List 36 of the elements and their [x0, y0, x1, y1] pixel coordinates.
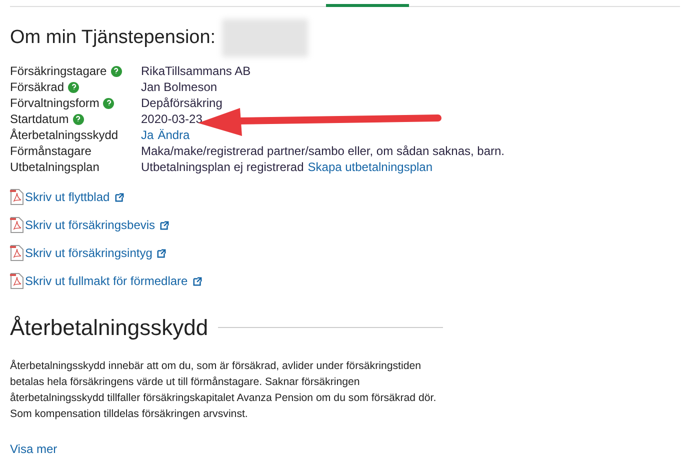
document-link[interactable]: Skriv ut fullmakt för förmedlare: [25, 272, 188, 290]
document-link[interactable]: Skriv ut försäkringsintyg: [25, 244, 152, 262]
external-link-icon: [160, 220, 170, 230]
field-value: Depåförsäkring: [141, 95, 222, 111]
field-label: Startdatum: [10, 111, 69, 127]
section-heading: Återbetalningsskydd: [10, 314, 208, 342]
document-link[interactable]: Skriv ut försäkringsbevis: [25, 216, 156, 234]
external-link-icon: [192, 276, 202, 286]
field-label: Förmånstagare: [10, 143, 92, 159]
field-label: Försäkrad: [10, 79, 64, 95]
external-link-icon: [114, 192, 124, 202]
pdf-file-icon: [10, 245, 24, 261]
field-label: Utbetalningsplan: [10, 159, 100, 175]
field-value: Jan Bolmeson: [141, 79, 218, 95]
value-link[interactable]: Skapa utbetalningsplan: [308, 159, 433, 175]
help-icon[interactable]: [68, 82, 80, 92]
field-value: Utbetalningsplan ej registrerad: [141, 159, 304, 175]
field-label: Återbetalningsskydd: [10, 127, 118, 143]
pdf-file-icon: [10, 273, 24, 289]
field-label: Försäkringstagare: [10, 63, 107, 79]
field-value: 2020-03-23: [141, 111, 202, 127]
pdf-file-icon: [10, 189, 24, 205]
help-icon[interactable]: [103, 98, 114, 108]
field-value: RikaTillsammans AB: [141, 63, 251, 79]
document-link[interactable]: Skriv ut flyttblad: [25, 188, 110, 206]
pdf-file-icon: [10, 217, 24, 233]
external-link-icon: [157, 248, 166, 258]
field-label: Förvaltningsform: [10, 95, 100, 111]
page-title: Om min Tjänstepension:: [10, 26, 216, 50]
help-icon[interactable]: [110, 66, 122, 76]
section-paragraph: Återbetalningsskydd innebär att om du, som är försäkrad, avlider under försäkringstiden betalas hela försäkringens värde ut till förmånstagare. Saknar försäkringen återbetalningsskydd tillfaller försäkringskapitalet Avanza Pension om du som försäkrad dör. Som kompensation tilldelas försäkringen arvsvinst.: [10, 358, 438, 422]
help-icon[interactable]: [72, 114, 84, 124]
value-link[interactable]: Ändra: [158, 127, 190, 143]
value-link[interactable]: Ja: [141, 127, 154, 143]
field-value: Maka/make/registrerad partner/sambo eller, om sådan saknas, barn.: [141, 143, 505, 159]
show-more-link[interactable]: Visa mer: [10, 440, 58, 458]
